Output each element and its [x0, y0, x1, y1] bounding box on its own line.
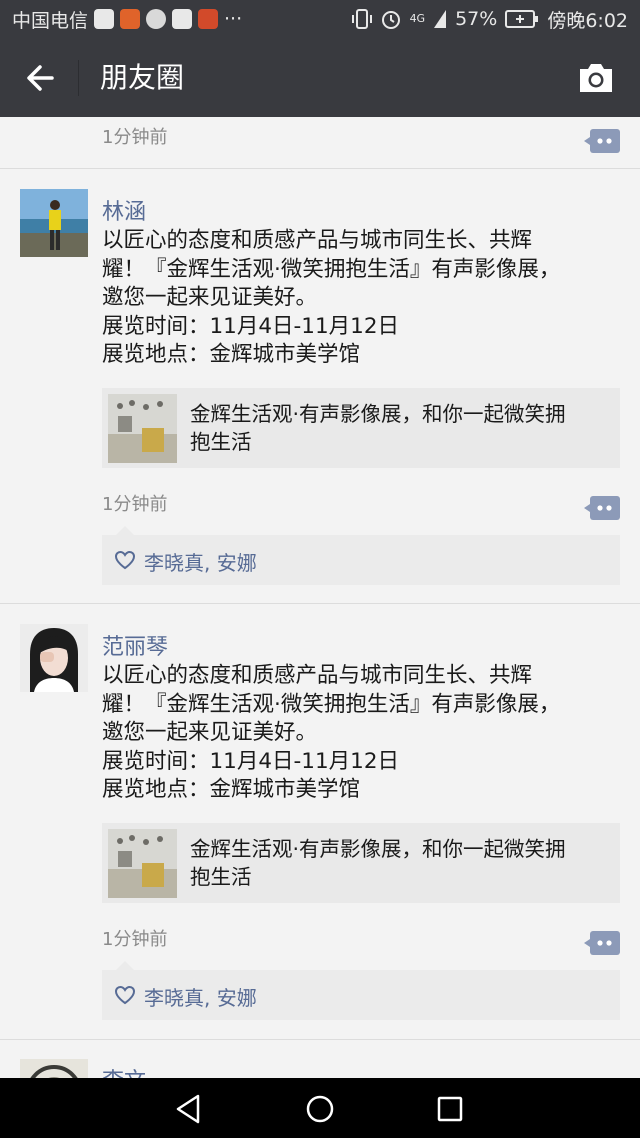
shared-link-card[interactable]: 金辉生活观·有声影像展，和你一起微笑拥 抱生活	[102, 388, 620, 468]
taobao-notification-icon	[120, 9, 141, 29]
nav-bar: 朋友圈	[0, 38, 640, 117]
post-time: 1分钟前	[102, 494, 168, 515]
poster-name[interactable]: 范丽琴	[102, 629, 168, 661]
avatar[interactable]	[20, 624, 88, 692]
weibo-notification-icon	[198, 9, 219, 29]
link-title-line: 金辉生活观·有声影像展，和你一起微笑拥	[190, 402, 566, 426]
link-title-line: 金辉生活观·有声影像展，和你一起微笑拥	[190, 837, 566, 861]
link-thumbnail	[108, 829, 177, 898]
link-title-line: 抱生活	[190, 430, 252, 454]
post-text-line: 邀您一起来见证美好。	[102, 285, 318, 310]
likes-names[interactable]: 李晓真, 安娜	[144, 982, 257, 1011]
avatar[interactable]	[20, 1059, 88, 1078]
camera-icon[interactable]	[576, 60, 616, 96]
moments-feed[interactable]: 1分钟前 林涵 以匠心的态度和质感产品与城市同生长、共辉 耀！『金辉生活观·微笑…	[0, 117, 640, 1078]
post-text-line: 以匠心的态度和质感产品与城市同生长、共辉	[102, 663, 533, 688]
back-arrow-icon[interactable]	[22, 58, 62, 98]
comment-menu-icon[interactable]	[584, 494, 620, 522]
likes-box: 李晓真, 安娜	[102, 961, 620, 1020]
likes-box: 李晓真, 安娜	[102, 526, 620, 585]
heart-icon	[114, 985, 136, 1005]
post-divider	[0, 603, 640, 604]
likes-names[interactable]: 李晓真, 安娜	[144, 547, 257, 576]
post-text-line: 展览时间：11月4日-11月12日	[102, 313, 400, 339]
link-title-line: 抱生活	[190, 865, 252, 889]
post-text-line: 邀您一起来见证美好。	[102, 720, 318, 745]
signal-icon	[434, 10, 447, 28]
post-time: 1分钟前	[102, 127, 168, 148]
battery-icon	[505, 10, 539, 28]
clock: 傍晚6:02	[547, 9, 628, 32]
shared-link-card[interactable]: 金辉生活观·有声影像展，和你一起微笑拥 抱生活	[102, 823, 620, 903]
back-triangle-icon[interactable]	[172, 1092, 206, 1126]
app-notification-icon-2	[146, 9, 167, 29]
poster-name[interactable]: 林涵	[102, 194, 146, 226]
comment-menu-icon[interactable]	[584, 127, 620, 155]
recents-square-icon[interactable]	[433, 1092, 467, 1126]
more-notifications-icon: ···	[224, 8, 243, 30]
post-divider	[0, 1039, 640, 1040]
avatar[interactable]	[20, 189, 88, 257]
home-circle-icon[interactable]	[303, 1092, 337, 1126]
system-navigation-bar	[0, 1078, 640, 1138]
post-text-line: 以匠心的态度和质感产品与城市同生长、共辉	[102, 228, 533, 253]
post-text-line: 耀！『金辉生活观·微笑拥抱生活』有声影像展，	[102, 256, 561, 282]
post-text: 以匠心的态度和质感产品与城市同生长、共辉 耀！『金辉生活观·微笑拥抱生活』有声影…	[102, 227, 622, 370]
link-title: 金辉生活观·有声影像展，和你一起微笑拥 抱生活	[190, 400, 614, 456]
alarm-icon	[381, 11, 400, 29]
post-divider	[0, 168, 640, 169]
heart-icon	[114, 550, 136, 570]
page-title: 朋友圈	[100, 61, 185, 94]
post-text: 以匠心的态度和质感产品与城市同生长、共辉 耀！『金辉生活观·微笑拥抱生活』有声影…	[102, 662, 622, 805]
comment-menu-icon[interactable]	[584, 929, 620, 957]
poster-name[interactable]: 李文	[102, 1063, 146, 1078]
post-text-line: 展览地点：金辉城市美学馆	[102, 342, 361, 367]
post-text-line: 耀！『金辉生活观·微笑拥抱生活』有声影像展，	[102, 691, 561, 717]
app-notification-icon	[94, 9, 115, 29]
post-text-line: 展览地点：金辉城市美学馆	[102, 777, 361, 802]
battery-percent: 57%	[455, 8, 498, 30]
app-notification-icon-3	[172, 9, 193, 29]
status-bar: 中国电信 ··· 4G 57% 傍晚6:02	[0, 0, 640, 38]
link-thumbnail	[108, 394, 177, 463]
nav-divider	[78, 60, 79, 96]
vibrate-icon	[351, 9, 372, 29]
network-type-label: 4G	[409, 12, 426, 25]
post-text-line: 展览时间：11月4日-11月12日	[102, 748, 400, 774]
carrier-label: 中国电信	[12, 9, 89, 32]
link-title: 金辉生活观·有声影像展，和你一起微笑拥 抱生活	[190, 835, 614, 891]
post-time: 1分钟前	[102, 929, 168, 950]
